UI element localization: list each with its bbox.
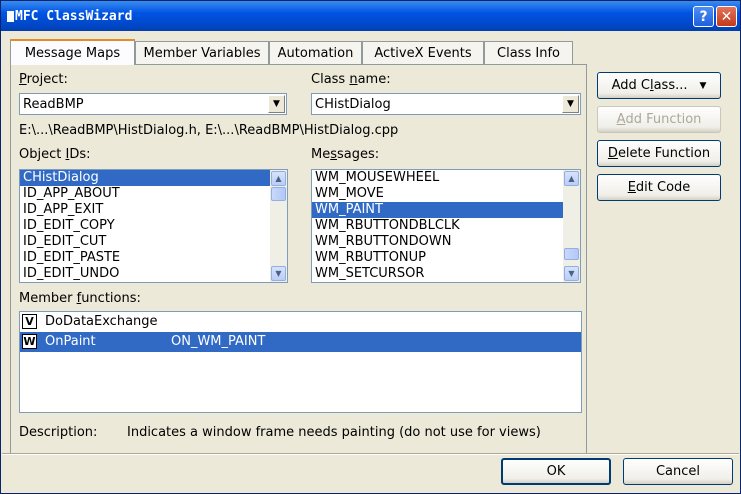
scroll-thumb[interactable]: [564, 248, 579, 260]
scrollbar[interactable]: ▲ ▼: [270, 170, 287, 282]
scroll-up-icon[interactable]: ▲: [271, 171, 286, 186]
delete-function-button[interactable]: Delete Function: [597, 140, 721, 167]
list-item[interactable]: ID_APP_ABOUT: [20, 186, 287, 202]
list-item[interactable]: WM_SETCURSOR: [312, 266, 580, 282]
list-item[interactable]: WM_MOVE: [312, 186, 580, 202]
scroll-down-icon[interactable]: ▼: [564, 266, 579, 281]
chevron-down-icon[interactable]: ▼: [268, 95, 285, 113]
scrollbar[interactable]: ▲ ▼: [563, 170, 580, 282]
virtual-badge: V: [22, 314, 37, 329]
list-item[interactable]: WM_RBUTTONDOWN: [312, 234, 580, 250]
list-item[interactable]: ID_EDIT_CUT: [20, 234, 287, 250]
scroll-up-icon[interactable]: ▲: [564, 171, 579, 186]
list-item[interactable]: ID_EDIT_COPY: [20, 218, 287, 234]
app-icon: [7, 10, 14, 22]
add-class-button[interactable]: Add Cl ass... ▼: [597, 72, 721, 99]
function-name: OnPaint: [45, 334, 96, 349]
list-item[interactable]: ID_APP_EXIT: [20, 202, 287, 218]
dropdown-arrow-icon: ▼: [699, 80, 707, 91]
class-name-label: Class name:: [311, 72, 391, 87]
messages-list[interactable]: WM_MOUSEWHEEL WM_MOVE WM_PAINT WM_RBUTTO…: [311, 169, 581, 283]
tab-message-maps[interactable]: Message Maps: [10, 39, 135, 65]
divider: [2, 453, 739, 455]
tab-member-variables[interactable]: Member Variables: [135, 41, 269, 64]
tab-automation[interactable]: Automation: [269, 41, 362, 64]
list-item[interactable]: CHistDialog: [20, 170, 287, 186]
object-ids-list[interactable]: CHistDialog ID_APP_ABOUT ID_APP_EXIT ID_…: [19, 169, 288, 283]
edit-code-button[interactable]: Edit Code: [597, 174, 721, 201]
ok-button[interactable]: OK: [501, 458, 611, 485]
object-ids-label: Object IDs:: [19, 147, 91, 162]
project-combo[interactable]: ReadBMP ▼: [19, 93, 287, 115]
table-row[interactable]: V DoDataExchange: [20, 312, 581, 332]
tab-class-info[interactable]: Class Info: [484, 41, 573, 64]
classwizard-dialog: MFC ClassWizard ? ✕ Message Maps Member …: [0, 0, 741, 494]
messages-label: Messages:: [311, 147, 380, 162]
function-name: DoDataExchange: [45, 314, 158, 329]
list-item[interactable]: WM_MOUSEWHEEL: [312, 170, 580, 186]
message-badge: W: [22, 334, 37, 349]
list-item[interactable]: WM_RBUTTONUP: [312, 250, 580, 266]
list-item[interactable]: WM_PAINT: [312, 202, 563, 218]
file-path: E:\...\ReadBMP\HistDialog.h, E:\...\Read…: [19, 123, 399, 138]
scroll-thumb[interactable]: [271, 187, 286, 201]
member-functions-label: Member functions:: [19, 291, 141, 306]
tab-activex-events[interactable]: ActiveX Events: [362, 41, 484, 64]
cancel-button[interactable]: Cancel: [623, 458, 733, 485]
member-functions-list[interactable]: V DoDataExchange W OnPaint ON_WM_PAINT: [19, 311, 582, 413]
description-text: Indicates a window frame needs painting …: [127, 425, 541, 440]
project-label: Project:: [19, 72, 68, 87]
list-item[interactable]: ID_EDIT_PASTE: [20, 250, 287, 266]
project-value: ReadBMP: [23, 97, 84, 112]
class-name-combo[interactable]: CHistDialog ▼: [311, 93, 581, 115]
function-message: ON_WM_PAINT: [171, 334, 266, 349]
chevron-down-icon[interactable]: ▼: [562, 95, 579, 113]
help-button[interactable]: ?: [693, 6, 714, 27]
add-function-button[interactable]: Add Function: [597, 106, 721, 133]
title-bar[interactable]: MFC ClassWizard ? ✕: [1, 1, 740, 31]
list-item[interactable]: WM_RBUTTONDBLCLK: [312, 218, 580, 234]
scroll-down-icon[interactable]: ▼: [271, 266, 286, 281]
table-row[interactable]: W OnPaint ON_WM_PAINT: [20, 332, 581, 352]
window-title: MFC ClassWizard: [15, 8, 133, 24]
description-label: Description:: [19, 425, 98, 440]
list-item[interactable]: ID_EDIT_UNDO: [20, 266, 287, 282]
class-name-value: CHistDialog: [315, 97, 391, 112]
close-button[interactable]: ✕: [716, 6, 737, 27]
